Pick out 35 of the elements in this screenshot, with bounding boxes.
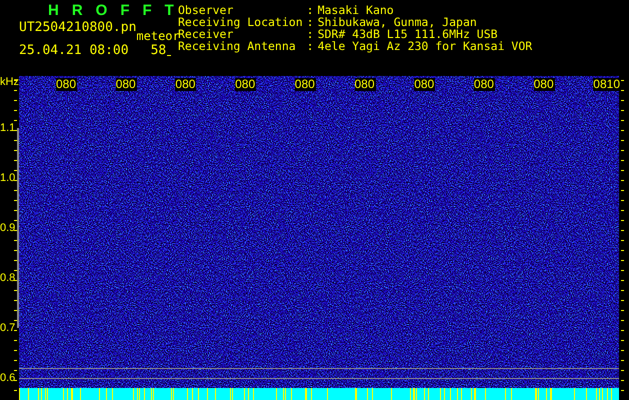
x-tick-label: 080 <box>235 78 256 91</box>
info-separator: : <box>306 4 314 16</box>
info-separator: : <box>306 40 314 52</box>
info-value: SDR# 43dB L15 111.6MHz USB <box>318 28 499 40</box>
info-label: Receiving Location <box>178 16 303 28</box>
y-tick-label: 1.1 <box>0 122 16 134</box>
cursor-mark <box>167 55 172 56</box>
info-label: Observer <box>178 4 234 16</box>
y-tick-label: 0.6 <box>0 372 16 384</box>
app-title: HROFFT <box>48 3 178 19</box>
timestamp: 25.04.21 08:00 <box>19 44 129 58</box>
x-tick-label: 080 <box>354 78 376 91</box>
info-label: Receiving Antenna <box>178 40 297 52</box>
y-tick-label: 0.9 <box>0 222 16 234</box>
y-tick-label: 0.7 <box>0 322 16 334</box>
x-tick-label: 0810 <box>593 78 621 91</box>
info-separator: : <box>306 16 314 28</box>
x-tick-label: 080 <box>116 78 137 91</box>
file-name: UT2504210800.pn <box>19 21 136 35</box>
mode-label: meteor <box>136 30 180 42</box>
info-separator: : <box>306 28 314 40</box>
y-tick-label: 0.8 <box>0 272 16 284</box>
axis-unit: kHz <box>0 76 19 88</box>
x-tick-label: 080 <box>175 78 196 91</box>
y-tick-label: 1.0 <box>0 172 16 184</box>
x-tick-label: 080 <box>474 78 495 91</box>
info-value: Shibukawa, Gunma, Japan <box>318 16 478 28</box>
info-value: Masaki Kano <box>318 4 395 16</box>
info-value: 4ele Yagi Az 230 for Kansai VOR <box>318 40 532 52</box>
x-tick-label: 080 <box>56 78 78 91</box>
info-label: Receiver <box>178 28 234 40</box>
x-tick-label: 080 <box>414 78 436 91</box>
x-tick-label: 080 <box>294 78 316 91</box>
x-tick-label: 080 <box>534 78 555 91</box>
count-value: 58 <box>150 44 166 58</box>
